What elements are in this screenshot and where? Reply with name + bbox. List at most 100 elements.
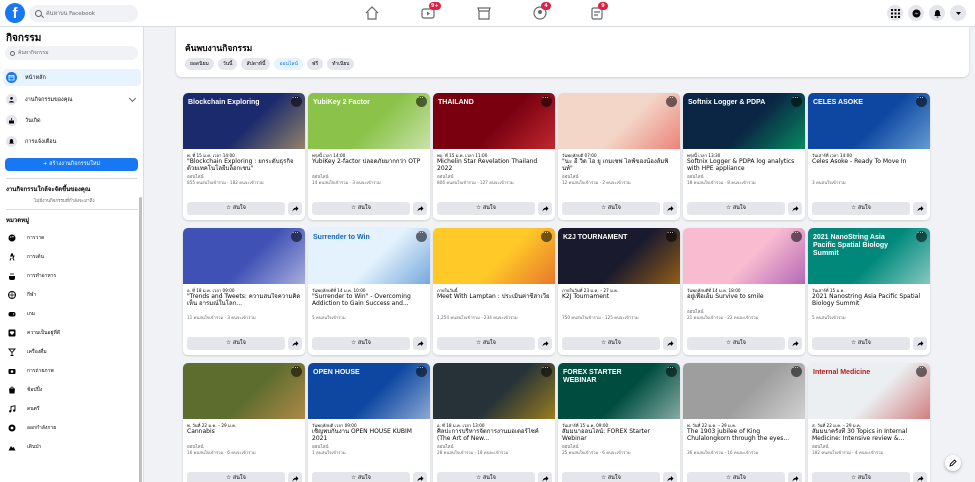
category-item[interactable]: การทำอาหาร: [3, 268, 141, 284]
filter-chip-active[interactable]: ออนไลน์: [274, 58, 303, 70]
filter-chip[interactable]: ยอดนิยม: [185, 58, 214, 70]
interested-button[interactable]: ☆ สนใจ: [437, 202, 535, 215]
event-cover-image[interactable]: Softnix Logger & PDPA: [683, 93, 805, 149]
interested-button[interactable]: ☆ สนใจ: [687, 202, 785, 215]
interested-button[interactable]: ☆ สนใจ: [812, 337, 910, 350]
event-title[interactable]: "Surrender to Win" - Overcoming Addictio…: [312, 293, 426, 307]
event-cover-image[interactable]: YubiKey 2 Factor: [308, 93, 430, 149]
more-options-icon[interactable]: [791, 94, 802, 107]
more-options-icon[interactable]: [416, 364, 427, 377]
event-cover-image[interactable]: [558, 93, 680, 149]
notifications-bell-icon[interactable]: [929, 5, 945, 21]
share-icon[interactable]: [288, 202, 302, 215]
more-options-icon[interactable]: [791, 229, 802, 242]
interested-button[interactable]: ☆ สนใจ: [187, 337, 285, 350]
category-item[interactable]: เกม: [3, 306, 141, 322]
event-cover-image[interactable]: [183, 228, 305, 284]
share-icon[interactable]: [288, 472, 302, 482]
category-item[interactable]: การถ่ายภาพ: [3, 363, 141, 379]
more-options-icon[interactable]: [541, 229, 552, 242]
more-options-icon[interactable]: [416, 94, 427, 107]
filter-chip[interactable]: วันนี้: [217, 58, 238, 70]
sidebar-item-birthdays[interactable]: วันเกิด: [3, 112, 141, 129]
share-icon[interactable]: [413, 202, 427, 215]
event-card[interactable]: อ. ที่ 18 ม.ค. เวลา 13:00ศิลปะการบริหารจ…: [433, 363, 555, 482]
share-icon[interactable]: [663, 472, 677, 482]
event-card[interactable]: ภายในวันนี้Meet With Lamptan : ประเมินค่…: [433, 228, 555, 355]
interested-button[interactable]: ☆ สนใจ: [562, 337, 660, 350]
more-options-icon[interactable]: [666, 364, 677, 377]
event-cover-image[interactable]: 2021 NanoString Asia Pacific Spatial Bio…: [808, 228, 930, 284]
event-card[interactable]: OPEN HOUSEวันพฤหัสบดี เวลา 09:00เชิญพบกั…: [308, 363, 430, 482]
more-options-icon[interactable]: [666, 229, 677, 242]
category-item[interactable]: ช้อปปิ้ง: [3, 382, 141, 398]
gaming-icon[interactable]: 9: [589, 2, 608, 21]
groups-icon[interactable]: 4: [532, 2, 551, 21]
event-title[interactable]: Michelin Star Revelation Thailand 2022: [437, 158, 551, 172]
event-title[interactable]: "Blockchain Exploring : ยกระดับธุรกิจด้ว…: [187, 158, 301, 172]
share-icon[interactable]: [788, 202, 802, 215]
compose-edit-icon[interactable]: [945, 455, 961, 471]
event-cover-image[interactable]: [683, 363, 805, 419]
event-card[interactable]: 2021 NanoString Asia Pacific Spatial Bio…: [808, 228, 930, 355]
interested-button[interactable]: ☆ สนใจ: [812, 472, 910, 482]
interested-button[interactable]: ☆ สนใจ: [812, 202, 910, 215]
event-title[interactable]: Celes Asoke - Ready To Move In: [812, 158, 926, 165]
share-icon[interactable]: [663, 202, 677, 215]
event-card[interactable]: อ. ที่ 18 ม.ค. เวลา 09:00"Trends and Twe…: [183, 228, 305, 355]
event-card[interactable]: FOREX STARTER WEBINARวันเสาร์ที่ 15 ม.ค.…: [558, 363, 680, 482]
event-title[interactable]: K2J Tournament: [562, 293, 676, 300]
more-options-icon[interactable]: [791, 364, 802, 377]
share-icon[interactable]: [913, 202, 927, 215]
event-cover-image[interactable]: FOREX STARTER WEBINAR: [558, 363, 680, 419]
filter-chip[interactable]: สัปดาห์นี้: [241, 58, 271, 70]
event-cover-image[interactable]: [183, 363, 305, 419]
more-options-icon[interactable]: [541, 364, 552, 377]
event-card[interactable]: พ. วันที่ 22 ม.ค. – 29 ม.ค.The 1903 jubi…: [683, 363, 805, 482]
event-card[interactable]: วันพฤหัสบดี 07:00"นะ อี วิด ไอ ยู เกมเซฟ…: [558, 93, 680, 220]
event-cover-image[interactable]: Surrender to Win: [308, 228, 430, 284]
more-options-icon[interactable]: [666, 94, 677, 107]
event-card[interactable]: พ. วันที่ 22 ม.ค. – 29 ม.ค.Cannabisออนไล…: [183, 363, 305, 482]
category-item[interactable]: ออกกำลังกาย: [3, 420, 141, 436]
marketplace-icon[interactable]: [476, 5, 492, 21]
more-options-icon[interactable]: [916, 229, 927, 242]
category-item[interactable]: ความเป็นอยู่ที่ดี: [3, 325, 141, 341]
interested-button[interactable]: ☆ สนใจ: [437, 337, 535, 350]
share-icon[interactable]: [913, 472, 927, 482]
share-icon[interactable]: [538, 337, 552, 350]
event-title[interactable]: The 1903 jubilee of King Chulalongkorn t…: [687, 428, 801, 442]
interested-button[interactable]: ☆ สนใจ: [312, 337, 410, 350]
interested-button[interactable]: ☆ สนใจ: [187, 472, 285, 482]
event-title[interactable]: Softnix Logger & PDPA log analytics with…: [687, 158, 801, 172]
event-cover-image[interactable]: Blockchain Exploring: [183, 93, 305, 149]
sidebar-item-notifications[interactable]: การแจ้งเตือน: [3, 133, 141, 150]
event-title[interactable]: YubiKey 2-factor ปลอดภัยมากกว่า OTP: [312, 158, 426, 165]
category-item[interactable]: เดินป่า: [3, 439, 141, 455]
category-item[interactable]: การเต้น: [3, 249, 141, 265]
category-item[interactable]: กีฬา: [3, 287, 141, 303]
share-icon[interactable]: [288, 337, 302, 350]
event-card[interactable]: THAILANDพฤ. ที่ 15 ม.ค. เวลา 11:00Michel…: [433, 93, 555, 220]
more-options-icon[interactable]: [291, 94, 302, 107]
event-cover-image[interactable]: [433, 228, 555, 284]
account-menu-chevron-icon[interactable]: [950, 5, 966, 21]
more-options-icon[interactable]: [541, 94, 552, 107]
chevron-down-icon[interactable]: [128, 94, 137, 103]
facebook-logo-icon[interactable]: f: [5, 3, 25, 23]
event-title[interactable]: "Trends and Tweets: ความสนใจความคิดเห็น …: [187, 293, 301, 307]
event-title[interactable]: อยู่เพื่อเอ้ม Survive to smile: [687, 293, 801, 300]
event-title[interactable]: เชิญพบกันงาน OPEN HOUSE KUBIM 2021: [312, 428, 426, 442]
event-title[interactable]: สัมมนาครั้งที่ 30 Topics in Internal Med…: [812, 428, 926, 442]
event-card[interactable]: Blockchain Exploringพ. ที่ 15 ม.ค. เวลา …: [183, 93, 305, 220]
event-title[interactable]: ศิลปะการบริหารจัดการงานมอเตอร์ไซค์ (The …: [437, 428, 551, 442]
interested-button[interactable]: ☆ สนใจ: [437, 472, 535, 482]
event-cover-image[interactable]: [683, 228, 805, 284]
watch-icon[interactable]: 9+: [420, 2, 441, 21]
category-item[interactable]: ดนตรี: [3, 401, 141, 417]
messenger-icon[interactable]: [908, 5, 924, 21]
share-icon[interactable]: [538, 472, 552, 482]
event-cover-image[interactable]: [433, 363, 555, 419]
event-card[interactable]: วันพฤหัสบดีที่ 14 ม.ค. 18:00อยู่เพื่อเอ้…: [683, 228, 805, 355]
share-icon[interactable]: [413, 337, 427, 350]
